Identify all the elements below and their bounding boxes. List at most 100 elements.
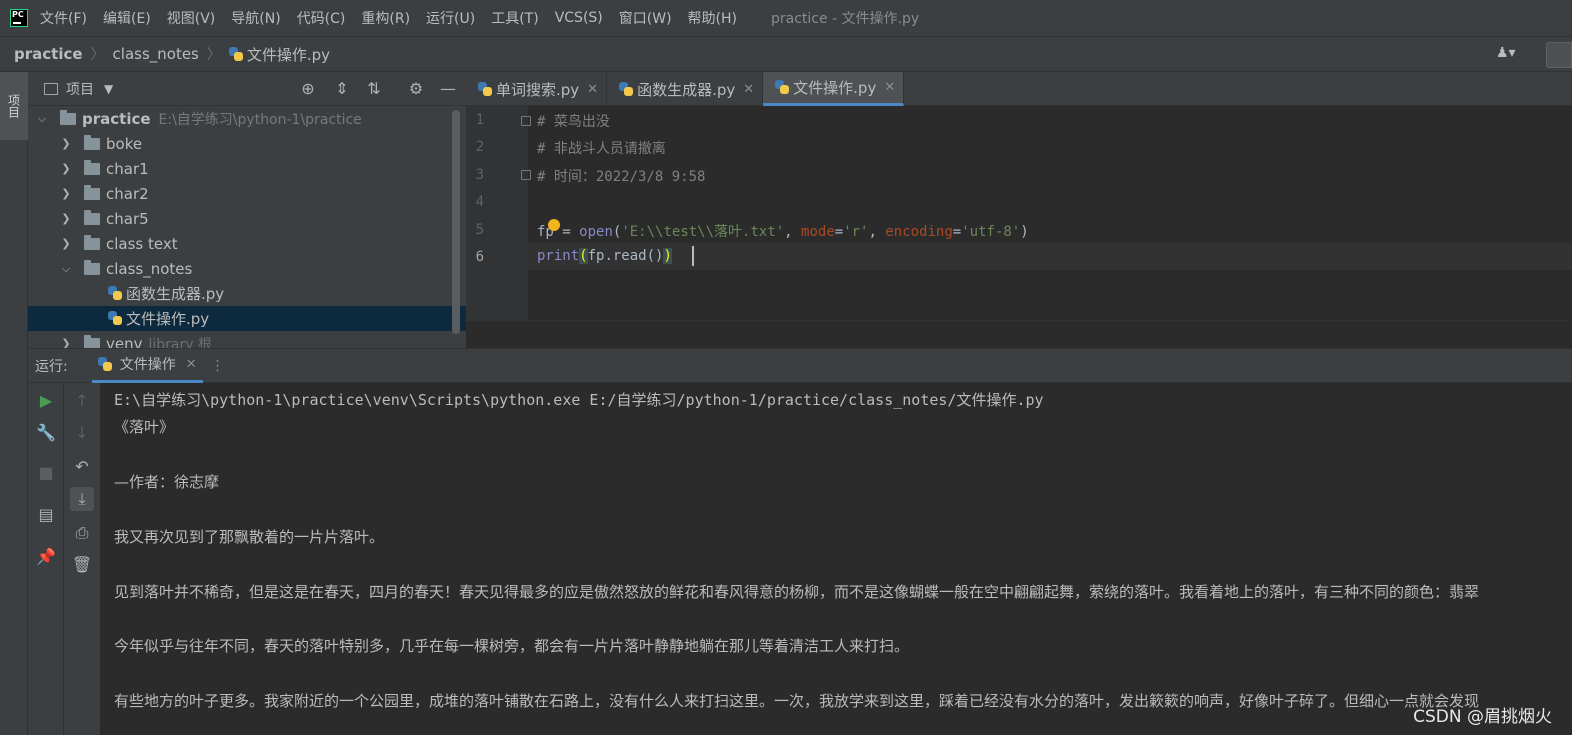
editor-footer — [466, 320, 1572, 348]
expand-all-icon[interactable]: ⇕ — [332, 79, 352, 99]
project-scrollbar[interactable] — [452, 110, 460, 334]
folder-icon — [84, 184, 100, 200]
run-tab-label: 文件操作 — [119, 357, 176, 373]
run-tab[interactable]: 文件操作 ✕ — [91, 349, 203, 383]
console-output[interactable]: E:\自学练习\python-1\practice\venv\Scripts\p… — [100, 383, 1572, 735]
folder-icon — [84, 209, 100, 225]
breadcrumb-separator-icon: 〉 — [206, 47, 221, 63]
tree-item-char1[interactable]: ❯ char1 — [28, 156, 466, 181]
user-account-icon[interactable]: ♟▾ — [1496, 45, 1526, 65]
menu-navigate[interactable]: 导航(N) — [231, 8, 280, 28]
chevron-down-icon[interactable]: ⌵ — [34, 112, 50, 126]
code-string: 'utf-8' — [961, 224, 1021, 240]
tree-item-file[interactable]: 函数生成器.py — [28, 281, 466, 306]
lightbulb-icon[interactable] — [548, 219, 560, 231]
code-line-1: # 菜鸟出没 — [537, 114, 610, 130]
folder-icon — [84, 159, 100, 175]
tab-function-generator[interactable]: 函数生成器.py ✕ — [607, 72, 764, 106]
run-config-button[interactable] — [1546, 42, 1572, 68]
tree-item-char2[interactable]: ❯ char2 — [28, 181, 466, 206]
menu-refactor[interactable]: 重构(R) — [361, 8, 410, 28]
folder-icon — [84, 234, 100, 250]
breadcrumb-project[interactable]: practice — [14, 45, 83, 63]
tree-item-venv[interactable]: ❯ venv library 根 — [28, 331, 466, 348]
console-line: 《落叶》 — [114, 418, 175, 436]
collapse-all-icon[interactable]: ⇅ — [364, 79, 384, 99]
menu-view[interactable]: 视图(V) — [167, 8, 216, 28]
menu-help[interactable]: 帮助(H) — [688, 8, 737, 28]
chevron-right-icon[interactable]: ❯ — [58, 137, 74, 150]
folder-icon — [84, 134, 100, 150]
tree-item-char5[interactable]: ❯ char5 — [28, 206, 466, 231]
trash-icon[interactable]: 🗑 — [70, 553, 94, 577]
chevron-right-icon[interactable]: ❯ — [58, 162, 74, 175]
breadcrumb-folder[interactable]: class_notes — [113, 45, 199, 63]
menu-run[interactable]: 运行(U) — [426, 8, 475, 28]
tree-item-file-selected[interactable]: 文件操作.py — [28, 306, 466, 331]
close-icon[interactable]: ✕ — [743, 82, 754, 97]
console-line: 我又再次见到了那飘散着的一片片落叶。 — [114, 528, 385, 546]
project-tool-window-button[interactable]: 项目 — [0, 72, 28, 140]
editor-area: 单词搜索.py ✕ 函数生成器.py ✕ 文件操作.py ✕ 1 2 3 4 5… — [466, 72, 1572, 348]
code-keyword-arg: mode — [801, 224, 835, 240]
tree-item-boke[interactable]: ❯ boke — [28, 131, 466, 156]
menu-code[interactable]: 代码(C) — [297, 8, 346, 28]
code-comma: , — [868, 224, 886, 240]
window-title: practice - 文件操作.py — [771, 11, 920, 27]
rerun-icon[interactable]: ▶ — [34, 389, 58, 413]
chevron-right-icon[interactable]: ❯ — [58, 187, 74, 200]
run-toolbar-secondary: ↑ ↓ ↶ ⤓ ⎙ 🗑 — [64, 383, 100, 735]
python-file-icon — [108, 311, 123, 326]
code-editor[interactable]: 1 2 3 4 5 6 # 菜鸟出没 # 非战斗人员请撤离 # 时间：2022/… — [466, 106, 1572, 320]
pin-icon[interactable]: 📌 — [34, 545, 58, 569]
line-number: 2 — [475, 139, 484, 155]
menu-window[interactable]: 窗口(W) — [619, 8, 672, 28]
more-options-icon[interactable]: ⋮ — [211, 358, 225, 374]
menu-vcs[interactable]: VCS(S) — [555, 10, 603, 26]
line-number: 5 — [475, 222, 484, 238]
close-icon[interactable]: ✕ — [884, 80, 895, 95]
tab-word-search[interactable]: 单词搜索.py ✕ — [466, 72, 608, 106]
tree-item-label: class_notes — [106, 259, 193, 278]
print-icon[interactable]: ⎙ — [70, 521, 94, 545]
hide-panel-icon[interactable]: — — [438, 79, 458, 99]
tree-item-class-notes[interactable]: ⌵ class_notes — [28, 256, 466, 281]
tree-item-practice[interactable]: ⌵ practice E:\自学练习\python-1\practice — [28, 106, 466, 131]
scroll-to-end-icon[interactable]: ⤓ — [70, 487, 94, 511]
tree-item-label: char2 — [106, 184, 149, 203]
pycharm-logo-icon — [10, 9, 28, 27]
stop-icon[interactable]: ■ — [34, 461, 58, 485]
fold-icon[interactable] — [521, 116, 531, 126]
chevron-right-icon[interactable]: ❯ — [58, 237, 74, 250]
locate-file-icon[interactable]: ⊕ — [298, 79, 318, 99]
chevron-down-icon[interactable]: ▼ — [104, 82, 113, 96]
code-paren-highlight: ( — [579, 248, 588, 264]
code-builtin: open — [579, 224, 613, 240]
breadcrumb-file[interactable]: 文件操作.py — [247, 44, 330, 65]
close-icon[interactable]: ✕ — [587, 82, 598, 97]
code-comma: , — [784, 224, 802, 240]
tab-file-operations[interactable]: 文件操作.py ✕ — [763, 72, 905, 106]
gear-icon[interactable]: ⚙ — [406, 79, 426, 99]
menu-file[interactable]: 文件(F) — [40, 8, 87, 28]
menu-edit[interactable]: 编辑(E) — [103, 8, 151, 28]
arrow-up-icon[interactable]: ↑ — [70, 389, 94, 413]
close-icon[interactable]: ✕ — [186, 357, 197, 372]
project-panel-title[interactable]: 项目 — [66, 79, 94, 99]
arrow-down-icon[interactable]: ↓ — [70, 421, 94, 445]
console-line: 今年似乎与往年不同，春天的落叶特别多，几乎在每一棵树旁，都会有一片片落叶静静地躺… — [114, 637, 910, 655]
breadcrumb-separator-icon: 〉 — [90, 47, 105, 63]
tree-item-class-text[interactable]: ❯ class text — [28, 231, 466, 256]
wrench-icon[interactable]: 🔧 — [34, 421, 58, 445]
python-file-icon — [478, 81, 493, 97]
code-operator: = — [952, 224, 962, 240]
layout-icon[interactable]: ▤ — [34, 503, 58, 527]
folder-icon — [84, 259, 100, 275]
chevron-right-icon[interactable]: ❯ — [58, 337, 74, 348]
chevron-right-icon[interactable]: ❯ — [58, 212, 74, 225]
tree-item-sublabel: library 根 — [148, 336, 213, 349]
soft-wrap-icon[interactable]: ↶ — [70, 455, 94, 479]
menu-tools[interactable]: 工具(T) — [491, 8, 538, 28]
fold-icon[interactable] — [521, 170, 531, 180]
chevron-down-icon[interactable]: ⌵ — [58, 262, 74, 276]
